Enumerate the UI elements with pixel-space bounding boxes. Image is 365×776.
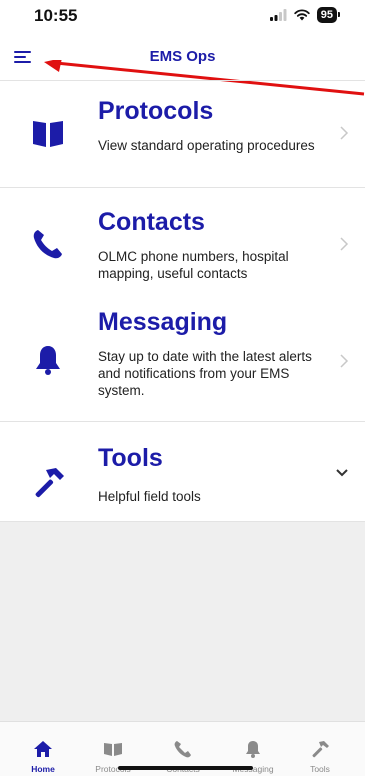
item-title: Messaging bbox=[98, 308, 228, 336]
chevron-right-icon bbox=[340, 354, 349, 368]
wifi-icon bbox=[294, 9, 310, 21]
tab-tools[interactable]: Tools bbox=[292, 722, 348, 776]
item-description: OLMC phone numbers, hospital mapping, us… bbox=[98, 249, 289, 281]
tab-label: Home bbox=[31, 764, 55, 774]
empty-content-area bbox=[0, 521, 365, 722]
item-description: View standard operating procedures bbox=[98, 138, 315, 153]
list-item-protocols[interactable]: Protocols View standard operating proced… bbox=[0, 80, 365, 187]
tab-home[interactable]: Home bbox=[15, 722, 71, 776]
menu-list: Protocols View standard operating proced… bbox=[0, 80, 365, 542]
item-description: Helpful field tools bbox=[98, 489, 201, 504]
chevron-right-icon bbox=[340, 126, 349, 140]
chevron-down-icon bbox=[336, 469, 348, 477]
item-title: Protocols bbox=[98, 97, 214, 125]
phone-icon bbox=[174, 741, 191, 758]
tab-label: Tools bbox=[310, 764, 330, 774]
signal-icon bbox=[269, 9, 287, 21]
status-bar: 10:55 95 bbox=[0, 0, 365, 34]
book-icon bbox=[33, 121, 63, 147]
home-indicator bbox=[118, 766, 253, 770]
list-item-messaging[interactable]: Messaging Stay up to date with the lates… bbox=[0, 298, 365, 421]
bell-icon bbox=[36, 346, 60, 375]
chevron-right-icon bbox=[340, 237, 349, 251]
status-icons: 95 bbox=[269, 6, 341, 24]
list-item-contacts[interactable]: Contacts OLMC phone numbers, hospital ma… bbox=[0, 187, 365, 298]
app-header: EMS Ops bbox=[0, 36, 365, 80]
status-time: 10:55 bbox=[34, 6, 78, 25]
home-icon bbox=[34, 741, 52, 757]
page-title: EMS Ops bbox=[149, 48, 216, 65]
hammer-icon bbox=[35, 468, 64, 498]
item-title: Tools bbox=[98, 444, 163, 472]
bell-icon bbox=[246, 741, 260, 758]
item-title: Contacts bbox=[98, 208, 205, 236]
phone-icon bbox=[33, 230, 62, 259]
battery-indicator: 95 bbox=[316, 7, 341, 23]
hammer-icon bbox=[312, 741, 329, 758]
book-icon bbox=[104, 743, 122, 756]
item-description: Stay up to date with the latest alerts a… bbox=[98, 349, 312, 398]
